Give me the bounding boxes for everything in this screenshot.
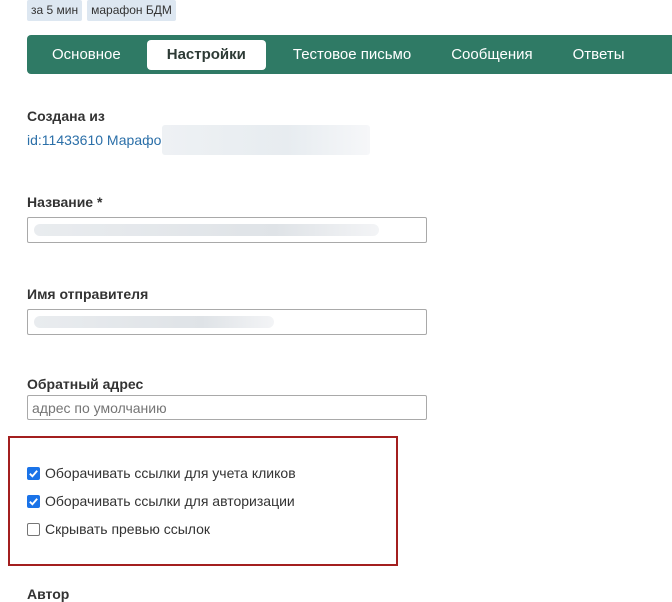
checkbox-label: Скрывать превью ссылок <box>45 521 211 537</box>
tab-messages[interactable]: Сообщения <box>430 40 550 70</box>
reply-address-label: Обратный адрес <box>27 376 144 392</box>
author-label: Автор <box>27 586 70 602</box>
name-label: Название * <box>27 194 103 210</box>
tab-settings[interactable]: Настройки <box>146 39 266 70</box>
wrap-links-clicks-option[interactable]: Оборачивать ссылки для учета кликов <box>27 465 296 481</box>
tab-main[interactable]: Основное <box>31 40 139 70</box>
checkbox-label: Оборачивать ссылки для учета кликов <box>45 465 296 481</box>
redacted-value <box>34 316 274 328</box>
checkbox-unchecked[interactable] <box>27 522 40 536</box>
sender-name-input[interactable] <box>27 309 427 335</box>
tab-replies[interactable]: Ответы <box>552 40 643 70</box>
settings-tabs: Основное Настройки Тестовое письмо Сообщ… <box>27 35 672 74</box>
tag-badge[interactable]: марафон БДМ <box>87 0 176 21</box>
created-from-label: Создана из <box>27 108 105 124</box>
tab-test-email[interactable]: Тестовое письмо <box>272 40 429 70</box>
tag-list: за 5 мин марафон БДМ <box>27 0 176 21</box>
checkbox-label: Оборачивать ссылки для авторизации <box>45 493 295 509</box>
name-input[interactable] <box>27 217 427 243</box>
redacted-text <box>162 125 370 155</box>
tag-badge[interactable]: за 5 мин <box>27 0 83 21</box>
hide-link-preview-option[interactable]: Скрывать превью ссылок <box>27 521 210 537</box>
wrap-links-auth-option[interactable]: Оборачивать ссылки для авторизации <box>27 493 295 509</box>
checkbox-checked[interactable] <box>27 494 40 508</box>
redacted-value <box>34 224 379 236</box>
sender-name-label: Имя отправителя <box>27 286 149 302</box>
checkbox-checked[interactable] <box>27 466 40 480</box>
source-mailing-link[interactable]: id:11433610 Марафон <box>27 132 169 148</box>
reply-address-input[interactable] <box>27 395 427 420</box>
